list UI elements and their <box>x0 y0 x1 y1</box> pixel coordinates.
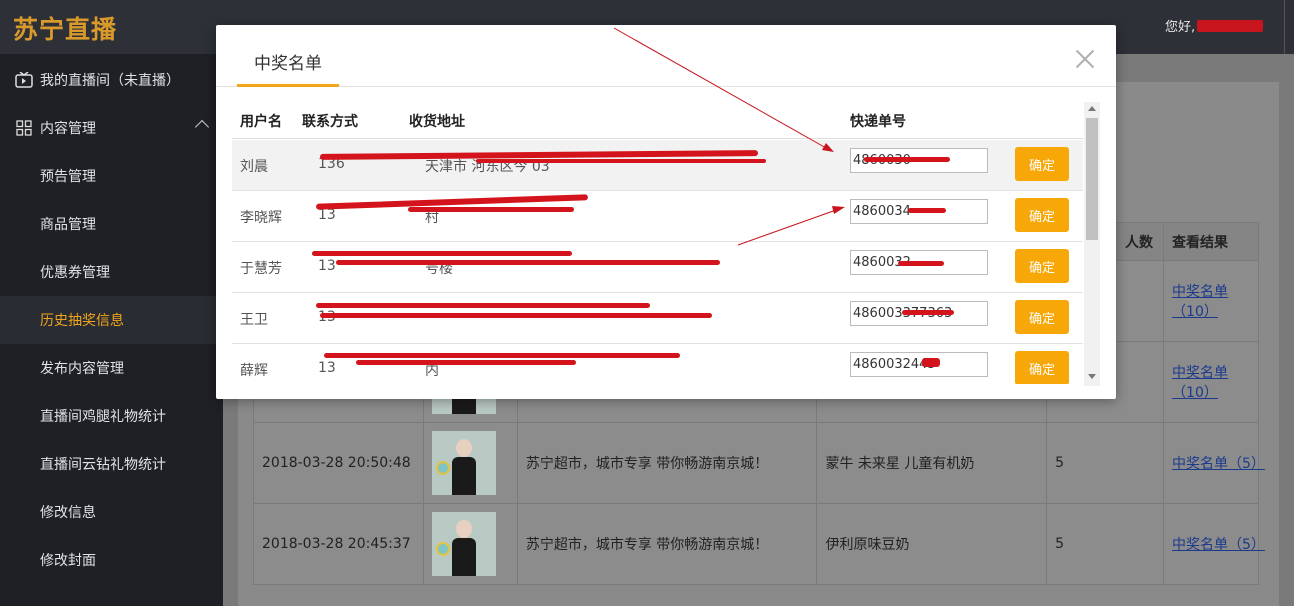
column-header-express: 快递单号 <box>850 114 906 130</box>
count-cell: 5 <box>1046 422 1165 504</box>
count-cell: 5 <box>1046 503 1165 585</box>
confirm-button[interactable]: 确定 <box>1015 351 1069 384</box>
cover-thumbnail <box>431 512 496 576</box>
winner-username: 王卫 <box>240 312 268 328</box>
time-cell: 2018-03-28 20:45:37 <box>253 503 424 585</box>
sidebar-item-label: 修改封面 <box>40 553 96 569</box>
sidebar-item-publish-content[interactable]: 发布内容管理 <box>0 344 223 392</box>
table-row: 2018-03-28 20:45:37 苏宁超市，城市专享 带你畅游南京城！ 伊… <box>253 503 1265 585</box>
winner-row: 王卫 13 确定 <box>232 293 1083 344</box>
scroll-up-arrow-icon[interactable] <box>1088 106 1096 111</box>
redaction-mark <box>476 159 766 163</box>
tv-icon <box>14 72 34 88</box>
redaction-mark <box>324 353 680 358</box>
user-greeting[interactable]: 您好, <box>1165 16 1264 35</box>
redaction-mark <box>902 310 954 315</box>
winner-row: 李晓辉 13 村 确定 <box>232 191 1083 242</box>
sidebar-item-label: 内容管理 <box>40 121 96 137</box>
express-number-input[interactable] <box>850 352 988 377</box>
sidebar-item-label: 优惠券管理 <box>40 265 110 281</box>
confirm-button[interactable]: 确定 <box>1015 147 1069 181</box>
scroll-down-arrow-icon[interactable] <box>1088 374 1096 379</box>
modal-title-tab[interactable]: 中奖名单 <box>237 49 339 87</box>
close-icon[interactable] <box>1073 47 1097 71</box>
sidebar-item-label: 商品管理 <box>40 217 96 233</box>
cover-thumbnail <box>431 431 496 495</box>
modal-scrollbar[interactable] <box>1084 102 1100 386</box>
sidebar-item-preview-management[interactable]: 预告管理 <box>0 152 223 200</box>
sidebar-item-coupon-management[interactable]: 优惠券管理 <box>0 248 223 296</box>
table-row: 2018-03-28 20:50:48 苏宁超市，城市专享 带你畅游南京城！ 蒙… <box>253 422 1265 504</box>
topbar-divider <box>1284 0 1285 54</box>
greeting-text: 您好, <box>1165 20 1196 35</box>
prize-cell: 蒙牛 未来星 儿童有机奶 <box>816 422 1048 504</box>
winner-phone: 13 <box>318 258 336 274</box>
redaction-mark <box>356 360 576 365</box>
winner-username: 李晓辉 <box>240 210 282 226</box>
app-logo[interactable]: 苏宁直播 <box>13 10 117 46</box>
winner-list-link[interactable]: 中奖名单（5） <box>1172 537 1265 553</box>
winner-list-link[interactable]: 中奖名单（10） <box>1172 284 1228 320</box>
redaction-mark <box>312 251 572 256</box>
winner-username: 刘晨 <box>240 159 268 175</box>
sidebar-item-label: 修改信息 <box>40 505 96 521</box>
winner-username: 薛辉 <box>240 363 268 379</box>
redaction-mark <box>316 303 650 308</box>
redaction-mark <box>898 261 944 266</box>
column-header-user: 用户名 <box>240 114 282 130</box>
redaction-mark <box>320 313 712 318</box>
sidebar-item-product-management[interactable]: 商品管理 <box>0 200 223 248</box>
column-header-phone: 联系方式 <box>302 114 358 130</box>
sidebar-item-label: 发布内容管理 <box>40 361 124 377</box>
sidebar-item-label: 直播间鸡腿礼物统计 <box>40 409 166 425</box>
sidebar-item-content-management[interactable]: 内容管理 <box>0 104 223 152</box>
redacted-username <box>1197 19 1264 32</box>
confirm-button[interactable]: 确定 <box>1015 198 1069 232</box>
redaction-mark <box>864 157 950 162</box>
sidebar-item-drumstick-gift-stats[interactable]: 直播间鸡腿礼物统计 <box>0 392 223 440</box>
confirm-button[interactable]: 确定 <box>1015 249 1069 283</box>
sidebar-item-label: 历史抽奖信息 <box>40 313 124 329</box>
column-header-address: 收货地址 <box>409 114 465 130</box>
winner-list-modal: 中奖名单 用户名 联系方式 收货地址 快递单号 刘晨 136 天津市 河东区今 … <box>216 25 1116 399</box>
winner-list-link[interactable]: 中奖名单（5） <box>1172 456 1265 472</box>
winner-row: 刘晨 136 天津市 河东区今 03 确定 <box>232 140 1083 191</box>
column-header-result: 查看结果 <box>1163 222 1259 261</box>
time-cell: 2018-03-28 20:50:48 <box>253 422 424 504</box>
redaction-mark <box>336 260 720 265</box>
winner-list-link[interactable]: 中奖名单（10） <box>1172 365 1228 401</box>
sidebar: 我的直播间（未直播） 内容管理 预告管理 商品管理 优惠券管理 历史抽奖信息 发… <box>0 54 223 606</box>
chevron-up-icon <box>194 119 210 135</box>
redaction-mark <box>408 207 574 212</box>
redaction-mark <box>908 208 946 213</box>
sidebar-item-label: 预告管理 <box>40 169 96 185</box>
sidebar-item-diamond-gift-stats[interactable]: 直播间云钻礼物统计 <box>0 440 223 488</box>
title-cell: 苏宁超市，城市专享 带你畅游南京城！ <box>516 422 818 504</box>
modal-header: 中奖名单 <box>216 25 1116 87</box>
scroll-thumb[interactable] <box>1086 118 1098 240</box>
winner-list-header: 用户名 联系方式 收货地址 快递单号 <box>232 105 1083 139</box>
grid-icon <box>14 120 34 136</box>
winner-username: 于慧芳 <box>240 261 282 277</box>
redaction-mark <box>922 358 940 367</box>
sidebar-item-label: 我的直播间（未直播） <box>40 73 180 89</box>
winner-phone: 13 <box>318 360 336 376</box>
sidebar-item-lottery-history[interactable]: 历史抽奖信息 <box>0 296 223 344</box>
sidebar-item-edit-info[interactable]: 修改信息 <box>0 488 223 536</box>
sidebar-item-my-live-room[interactable]: 我的直播间（未直播） <box>0 56 223 104</box>
title-cell: 苏宁超市，城市专享 带你畅游南京城！ <box>516 503 818 585</box>
sidebar-item-edit-cover[interactable]: 修改封面 <box>0 536 223 584</box>
confirm-button[interactable]: 确定 <box>1015 300 1069 334</box>
winner-row: 于慧芳 13 号楼 确定 <box>232 242 1083 293</box>
sidebar-item-label: 直播间云钻礼物统计 <box>40 457 166 473</box>
prize-cell: 伊利原味豆奶 <box>816 503 1048 585</box>
